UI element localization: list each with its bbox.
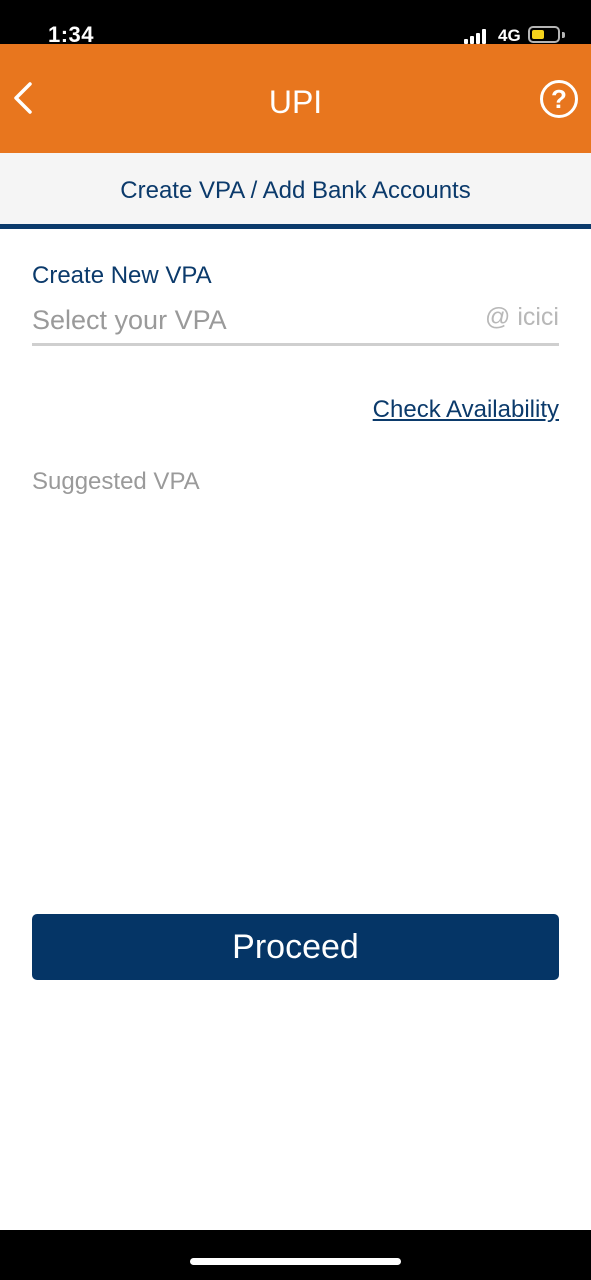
battery-icon xyxy=(528,26,560,43)
network-type: 4G xyxy=(498,26,521,45)
battery-tip xyxy=(562,32,565,38)
question-circle-icon: ? xyxy=(551,84,567,114)
check-availability-link[interactable]: Check Availability xyxy=(373,396,559,424)
create-vpa-label: Create New VPA xyxy=(32,262,212,289)
vpa-domain-suffix: @ icici xyxy=(485,303,559,331)
battery-level xyxy=(532,30,544,39)
tab-create-vpa[interactable]: Create VPA / Add Bank Accounts xyxy=(0,153,591,224)
status-bar: 1:34 4G xyxy=(0,0,591,47)
proceed-button[interactable]: Proceed xyxy=(32,914,559,980)
tab-label: Create VPA / Add Bank Accounts xyxy=(120,177,471,204)
signal-strength-icon xyxy=(464,28,490,44)
home-indicator[interactable] xyxy=(190,1258,401,1265)
tab-active-indicator xyxy=(0,224,591,229)
vpa-input-underline xyxy=(32,343,559,346)
help-button[interactable]: ? xyxy=(540,80,578,118)
app-header: UPI ? xyxy=(0,44,591,153)
vpa-input[interactable] xyxy=(32,300,472,340)
suggested-vpa-label: Suggested VPA xyxy=(32,468,200,495)
bottom-bar xyxy=(0,1230,591,1280)
page-title: UPI xyxy=(268,84,323,120)
